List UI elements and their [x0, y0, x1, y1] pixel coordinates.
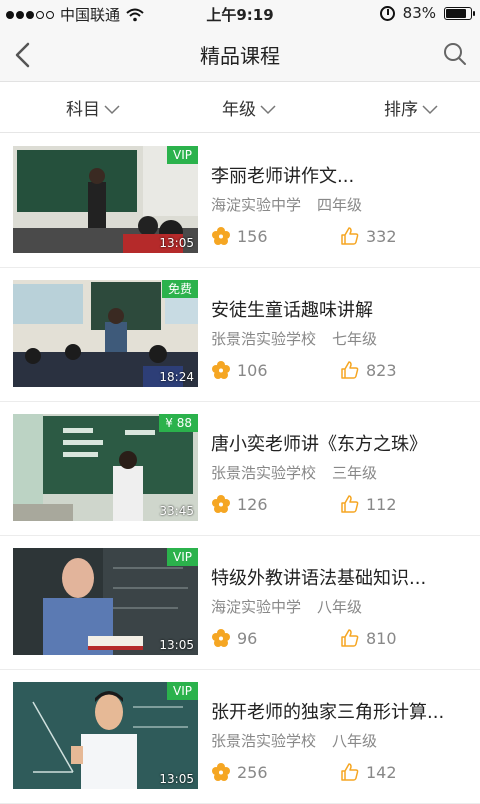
video-duration: 33:45	[159, 504, 194, 518]
course-title: 安徒生童话趣味讲解	[211, 300, 373, 321]
school-name: 海淀实验中学	[211, 196, 302, 214]
school-name: 张景浩实验学校	[211, 464, 317, 482]
favorite-count[interactable]: 126	[211, 494, 268, 514]
filter-label: 年级	[222, 100, 256, 120]
school-name: 张景浩实验学校	[211, 732, 317, 750]
favorite-value: 96	[237, 628, 258, 648]
course-list: VIP 13:05 李丽老师讲作文... 海淀实验中学四年级 156 332	[0, 134, 480, 804]
chevron-down-icon	[422, 104, 438, 114]
flower-icon	[212, 763, 230, 781]
tag-badge: VIP	[167, 146, 198, 164]
course-item[interactable]: VIP 13:05 张开老师的独家三角形计算... 张景浩实验学校 八年级 256…	[0, 670, 480, 804]
video-duration: 13:05	[159, 638, 194, 652]
grade-label: 三年级	[332, 464, 378, 482]
grade-label: 八年级	[332, 732, 378, 750]
chevron-down-icon	[260, 104, 276, 114]
filter-label: 排序	[384, 100, 418, 120]
thumbs-up-icon	[341, 495, 359, 513]
course-item[interactable]: 免费 18:24 安徒生童话趣味讲解 张景浩实验学校 七年级 106 823	[0, 268, 480, 402]
chevron-down-icon	[104, 104, 120, 114]
flower-icon	[212, 361, 230, 379]
course-thumbnail: ¥ 88 33:45	[13, 414, 198, 521]
course-title: 李丽老师讲作文...	[211, 166, 355, 187]
filter-grade[interactable]: 年级	[222, 95, 276, 120]
course-meta: 张景浩实验学校 三年级	[211, 462, 377, 483]
like-count[interactable]: 142	[340, 762, 397, 782]
filter-subject[interactable]: 科目	[66, 95, 120, 120]
grade-label: 八年级	[317, 598, 363, 616]
like-value: 142	[366, 762, 397, 782]
favorite-count[interactable]: 96	[211, 628, 257, 648]
course-thumbnail: VIP 13:05	[13, 548, 198, 655]
grade-label: 七年级	[332, 330, 378, 348]
video-duration: 13:05	[159, 236, 194, 250]
course-item[interactable]: ¥ 88 33:45 唐小奕老师讲《东方之珠》 张景浩实验学校 三年级 126 1…	[0, 402, 480, 536]
favorite-value: 126	[237, 494, 268, 514]
like-count[interactable]: 332	[340, 226, 397, 246]
filter-label: 科目	[66, 100, 100, 120]
like-count[interactable]: 112	[340, 494, 397, 514]
course-thumbnail: 免费 18:24	[13, 280, 198, 387]
filter-bar: 科目 年级 排序	[0, 83, 480, 133]
flower-icon	[212, 227, 230, 245]
thumbs-up-icon	[341, 629, 359, 647]
favorite-count[interactable]: 106	[211, 360, 268, 380]
thumbs-up-icon	[341, 763, 359, 781]
course-meta: 海淀实验中学 八年级	[211, 596, 362, 617]
course-item[interactable]: VIP 13:05 特级外教讲语法基础知识... 海淀实验中学 八年级 96 81…	[0, 536, 480, 670]
favorite-count[interactable]: 156	[211, 226, 268, 246]
tag-badge: VIP	[167, 682, 198, 700]
like-value: 810	[366, 628, 397, 648]
grade-label: 四年级	[317, 196, 363, 214]
course-meta: 张景浩实验学校 七年级	[211, 328, 377, 349]
alarm-icon	[379, 5, 395, 21]
search-icon[interactable]	[440, 39, 470, 69]
battery-percent: 83%	[402, 4, 436, 22]
tag-badge: ¥ 88	[159, 414, 198, 432]
flower-icon	[212, 629, 230, 647]
thumbs-up-icon	[341, 361, 359, 379]
page-title: 精品课程	[200, 44, 280, 68]
course-thumbnail: VIP 13:05	[13, 146, 198, 253]
video-duration: 13:05	[159, 772, 194, 786]
favorite-count[interactable]: 256	[211, 762, 268, 782]
thumbs-up-icon	[341, 227, 359, 245]
tag-badge: 免费	[161, 280, 198, 298]
status-bar: 中国联通 上午9:19 83%	[0, 0, 480, 28]
battery-icon	[444, 6, 475, 20]
video-duration: 18:24	[159, 370, 194, 384]
flower-icon	[212, 495, 230, 513]
school-name: 海淀实验中学	[211, 598, 302, 616]
course-thumbnail: VIP 13:05	[13, 682, 198, 789]
like-value: 823	[366, 360, 397, 380]
favorite-value: 256	[237, 762, 268, 782]
favorite-value: 156	[237, 226, 268, 246]
favorite-value: 106	[237, 360, 268, 380]
course-title: 张开老师的独家三角形计算...	[211, 702, 445, 723]
course-title: 唐小奕老师讲《东方之珠》	[211, 434, 427, 455]
like-value: 112	[366, 494, 397, 514]
course-title: 特级外教讲语法基础知识...	[211, 568, 427, 589]
course-item[interactable]: VIP 13:05 李丽老师讲作文... 海淀实验中学 四年级 156 332	[0, 134, 480, 268]
like-count[interactable]: 810	[340, 628, 397, 648]
like-count[interactable]: 823	[340, 360, 397, 380]
school-name: 张景浩实验学校	[211, 330, 317, 348]
course-meta: 海淀实验中学 四年级	[211, 194, 362, 215]
tag-badge: VIP	[167, 548, 198, 566]
navigation-bar: 精品课程	[0, 28, 480, 82]
course-meta: 张景浩实验学校 八年级	[211, 730, 377, 751]
like-value: 332	[366, 226, 397, 246]
filter-sort[interactable]: 排序	[384, 95, 438, 120]
